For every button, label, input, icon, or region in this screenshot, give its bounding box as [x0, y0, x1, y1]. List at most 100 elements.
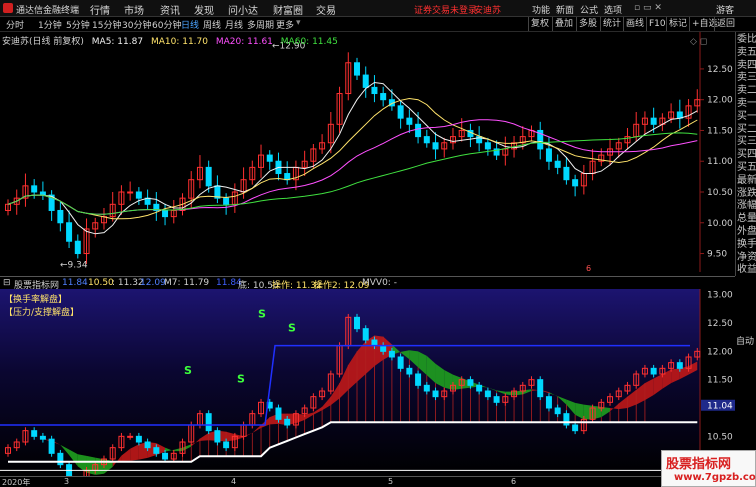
price-axis-label: 10.50 [707, 188, 733, 198]
sub-candle-body [676, 362, 683, 369]
side-panel-item[interactable]: 卖四 [737, 60, 756, 72]
side-panel-item[interactable]: 卖五 [737, 47, 756, 59]
side-panel-item[interactable]: 买一 [737, 111, 756, 123]
price-axis-label: 12.50 [707, 65, 733, 75]
time-label: 2020年 [2, 478, 31, 487]
period-intraday[interactable]: 分时 [6, 18, 24, 31]
ma5-label: MA5: 11.87 [91, 37, 144, 47]
menu-wealth-circle[interactable]: 财富圈 [273, 2, 303, 17]
period-multi[interactable]: 多周期 [247, 18, 274, 31]
guest-label[interactable]: 游客 [716, 3, 734, 16]
period-1min[interactable]: 1分钟 [38, 18, 62, 31]
sub-candle-body [162, 452, 169, 460]
side-panel-item[interactable]: 委比 [737, 34, 756, 46]
sub-candle-body [415, 373, 422, 386]
menu-news[interactable]: 资讯 [160, 2, 180, 17]
period-15min[interactable]: 15分钟 [92, 18, 121, 31]
side-panel-item[interactable]: 卖三 [737, 72, 756, 84]
candle-body [354, 62, 360, 76]
draw-line-button[interactable]: 画线 [623, 17, 646, 31]
window-controls-icon[interactable]: ▫ ▭ ✕ [634, 3, 662, 13]
time-label: 6 [511, 477, 517, 486]
side-panel-item[interactable]: 换手 [737, 239, 756, 251]
statistics-button[interactable]: 统计 [600, 17, 623, 31]
sub-candle-body [144, 441, 151, 449]
side-panel-item[interactable]: 净资 [737, 252, 756, 264]
side-panel-item[interactable]: 买三 [737, 136, 756, 148]
sub-candle-body [135, 435, 142, 443]
menu-new-view[interactable]: 新面 [556, 3, 574, 16]
side-panel-item[interactable]: 收益 [737, 264, 756, 276]
time-axis: 2020年 3 4 5 6 [0, 476, 756, 487]
back-button[interactable]: 返回 [714, 17, 737, 31]
side-panel-item[interactable]: 卖一 [737, 98, 756, 110]
indicator-axis-label: 10.50 [707, 432, 733, 442]
pressure-support-label: 【压力/支撑解盘】 [4, 308, 80, 318]
price-axis-label: 9.50 [707, 250, 727, 260]
menu-ask[interactable]: 问小达 [228, 2, 258, 17]
sub-candle-body [397, 356, 404, 369]
main-candles [5, 52, 701, 264]
period-60min[interactable]: 60分钟 [152, 18, 181, 31]
side-panel-item[interactable]: 总量 [737, 213, 756, 225]
main-ma-lines [7, 81, 698, 235]
ribbon-segment [95, 457, 104, 475]
indicator-bar: ⊟ 股票指标网 11.84 10.50 : 11.32 12.09 M7: 11… [0, 276, 735, 291]
indicator-value: 12.09 [140, 278, 166, 288]
indicator-chart[interactable]: 13.0012.5012.0011.5011.0410.5010.00 SSSS [0, 289, 735, 476]
sub-candle-body [57, 452, 64, 466]
sub-candle-body [572, 424, 579, 432]
sub-candle-body [388, 350, 395, 358]
sub-candle-body [275, 407, 282, 420]
overlay-button[interactable]: 叠加 [552, 17, 575, 31]
sub-candle-body [214, 430, 221, 443]
side-panel-item[interactable]: 买四 [737, 149, 756, 161]
settings-icon[interactable]: ◇ ◻ [690, 37, 707, 47]
current-stock-name: 安迪苏 [474, 6, 502, 16]
side-panel-item[interactable]: 买五 [737, 162, 756, 174]
chevron-down-icon[interactable]: ▾ [296, 18, 301, 28]
menu-function[interactable]: 功能 [532, 3, 550, 16]
period-daily[interactable]: 日线 [181, 18, 199, 31]
sub-candle-body [432, 390, 439, 398]
side-panel-item[interactable]: 外盘 [737, 226, 756, 238]
candle-body [545, 148, 552, 162]
sub-candle-body [493, 396, 500, 403]
candle-body [380, 93, 387, 101]
chart-title: 安迪苏(日线 前复权) [2, 37, 84, 47]
login-status[interactable]: 证券交易未登录 [414, 3, 477, 16]
sub-candle-body [537, 379, 544, 398]
period-more[interactable]: 更多 [276, 18, 294, 31]
side-panel-item[interactable]: 最新 [737, 175, 756, 187]
multi-stock-button[interactable]: 多股 [576, 17, 599, 31]
side-panel-item[interactable]: 买二 [737, 124, 756, 136]
auto-scale-label[interactable]: 自动 [736, 334, 754, 347]
period-weekly[interactable]: 周线 [203, 18, 221, 31]
mark-button[interactable]: 标记 [666, 17, 689, 31]
menu-formula[interactable]: 公式 [580, 3, 598, 16]
ma-line [7, 81, 698, 235]
menu-market-quotes[interactable]: 行情 [90, 2, 110, 17]
indicator-collapse-icon[interactable]: ⊟ [3, 278, 11, 288]
side-panel-item[interactable]: 涨跌 [737, 188, 756, 200]
side-panel-item[interactable]: 卖二 [737, 85, 756, 97]
period-5min[interactable]: 5分钟 [66, 18, 90, 31]
menu-market[interactable]: 市场 [124, 2, 144, 17]
price-axis-label: 12.00 [707, 96, 733, 106]
period-toolbar: 分时 1分钟 5分钟 15分钟 30分钟 60分钟 日线 周线 月线 多周期 更… [0, 17, 756, 32]
menu-discover[interactable]: 发现 [194, 2, 214, 17]
app-logo-icon [3, 3, 13, 13]
menu-trade[interactable]: 交易 [316, 2, 336, 17]
time-label: 4 [231, 477, 237, 486]
candle-body [406, 117, 413, 125]
menu-options[interactable]: 选项 [604, 3, 622, 16]
candle-body [572, 179, 579, 187]
period-30min[interactable]: 30分钟 [122, 18, 151, 31]
main-candlestick-chart[interactable]: 12.5012.0011.5011.0010.5010.009.50 ←12.9… [0, 32, 735, 272]
f10-button[interactable]: F10 [646, 17, 668, 31]
candle-body [432, 142, 439, 150]
candle-body [223, 197, 230, 205]
period-monthly[interactable]: 月线 [225, 18, 243, 31]
restore-rights-button[interactable]: 复权 [528, 17, 551, 31]
side-panel-item[interactable]: 涨幅 [737, 200, 756, 212]
